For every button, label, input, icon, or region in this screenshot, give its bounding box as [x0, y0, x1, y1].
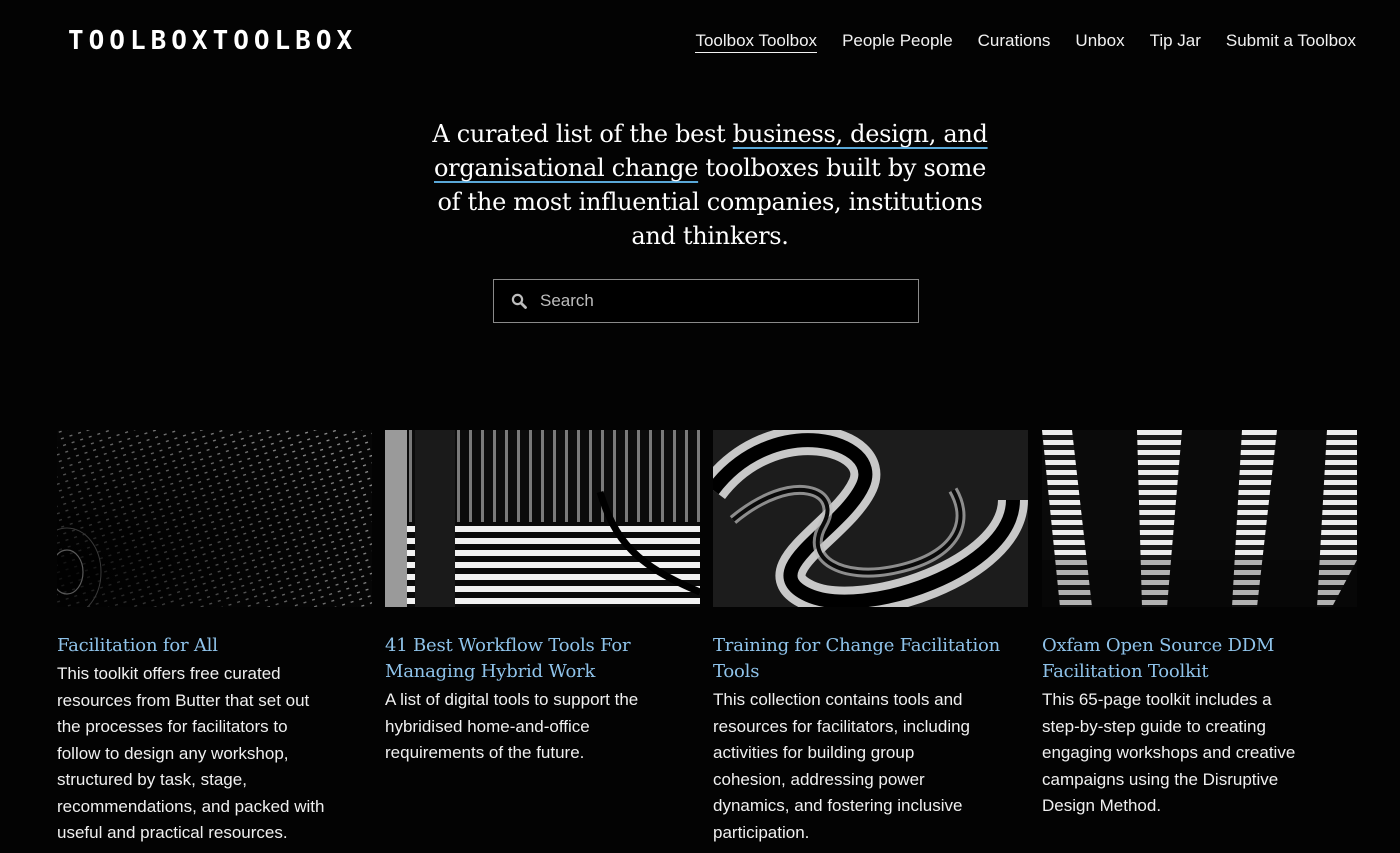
hero-text-before: A curated list of the best [432, 120, 733, 148]
nav-tip-jar[interactable]: Tip Jar [1150, 30, 1201, 53]
hero-tagline: A curated list of the best business, des… [430, 117, 990, 253]
card-title[interactable]: Facilitation for All [57, 633, 372, 659]
toolbox-card: Facilitation for All This toolkit offers… [57, 430, 372, 847]
main-nav: Toolbox Toolbox People People Curations … [695, 30, 1356, 53]
dotted-tunnel-image[interactable] [57, 430, 372, 607]
swirl-image[interactable] [713, 430, 1028, 607]
nav-toolbox-toolbox[interactable]: Toolbox Toolbox [695, 30, 818, 53]
search-box[interactable] [493, 279, 919, 323]
nav-people-people[interactable]: People People [842, 30, 953, 53]
nav-curations[interactable]: Curations [978, 30, 1051, 53]
search-input[interactable] [538, 290, 902, 312]
card-title[interactable]: Training for Change Facilitation Tools [713, 633, 1028, 685]
toolbox-card: Training for Change Facilitation Tools T… [713, 430, 1028, 846]
toolbox-card: 41 Best Workflow Tools For Managing Hybr… [385, 430, 700, 767]
nav-unbox[interactable]: Unbox [1075, 30, 1124, 53]
striped-corridor-image[interactable] [385, 430, 700, 607]
site-logo[interactable]: TOOLBOXTOOLBOX [68, 26, 357, 56]
card-description: A list of digital tools to support the h… [385, 690, 639, 762]
card-description: This toolkit offers free curated resourc… [57, 664, 325, 842]
card-description: This collection contains tools and resou… [713, 690, 971, 842]
nav-submit-toolbox[interactable]: Submit a Toolbox [1226, 30, 1356, 53]
card-title[interactable]: Oxfam Open Source DDM Facilitation Toolk… [1042, 633, 1357, 685]
card-description: This 65-page toolkit includes a step-by-… [1042, 690, 1296, 815]
toolbox-card: Oxfam Open Source DDM Facilitation Toolk… [1042, 430, 1357, 820]
card-title[interactable]: 41 Best Workflow Tools For Managing Hybr… [385, 633, 700, 685]
light-beams-image[interactable] [1042, 430, 1357, 607]
search-icon [511, 293, 527, 309]
